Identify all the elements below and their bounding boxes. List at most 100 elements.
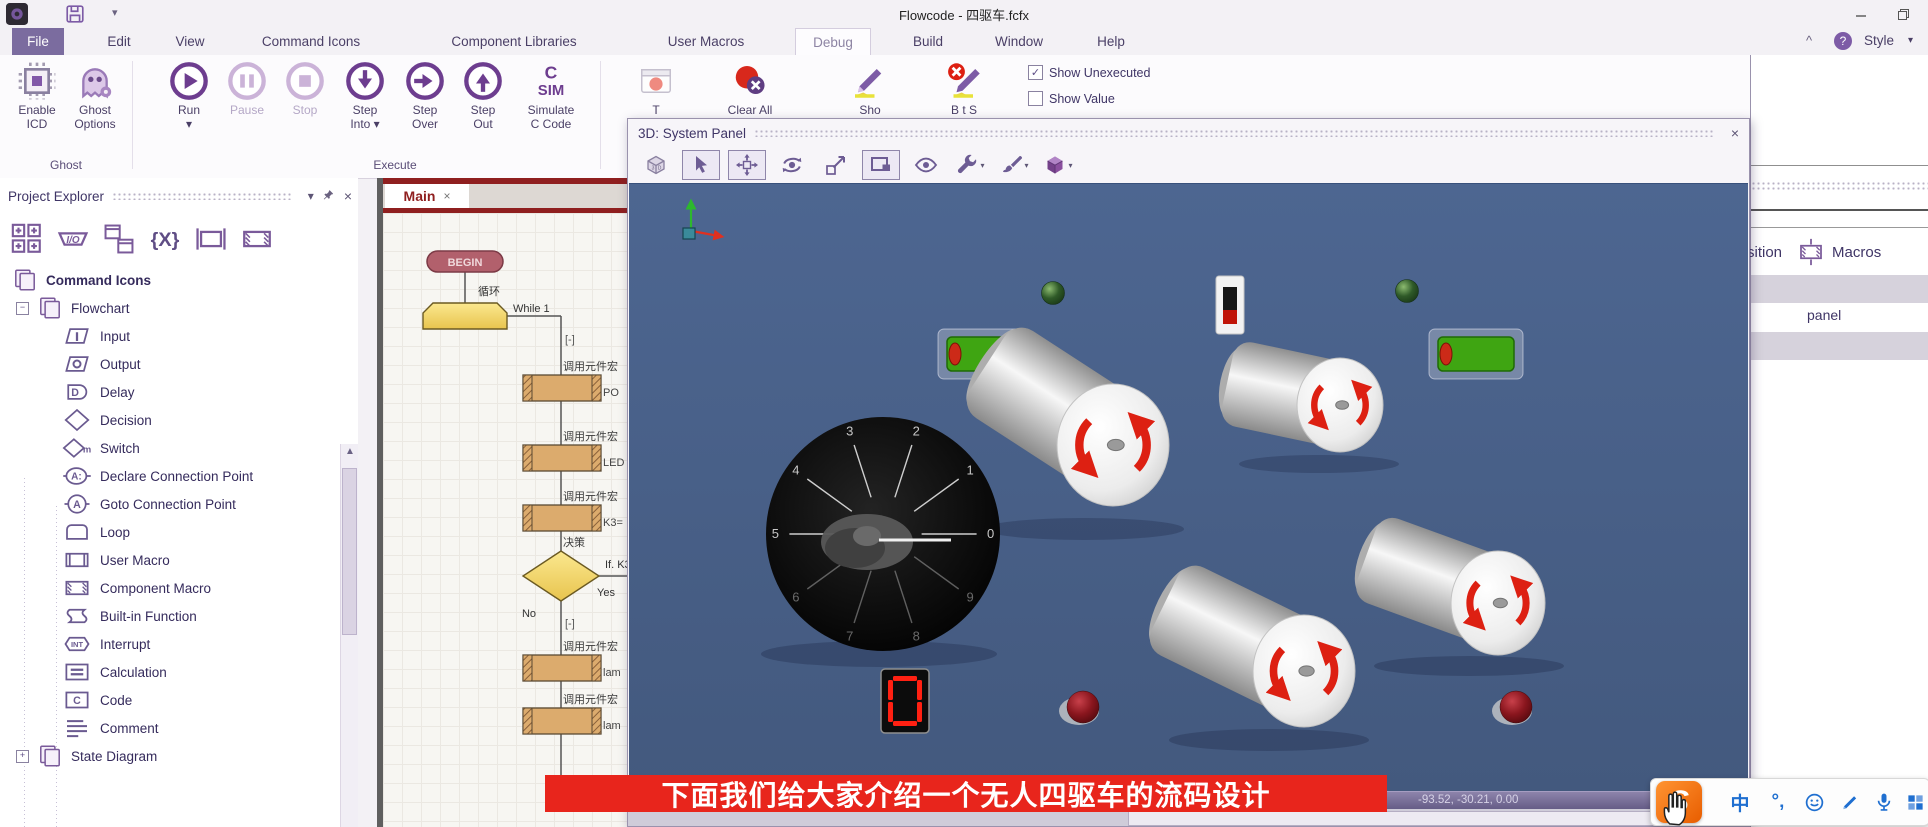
3d-tool-camera-button[interactable]	[862, 150, 900, 180]
3d-panel-titlebar[interactable]: 3D: System Panel ×	[628, 119, 1749, 147]
macro-plain-palette-button[interactable]	[194, 222, 228, 256]
macros-header-label[interactable]: Macros	[1832, 244, 1881, 261]
io-trap-palette-button[interactable]: I/O	[56, 222, 90, 256]
led-red-sphere[interactable]	[1067, 691, 1099, 723]
tree-item-flowchart[interactable]: − Flowchart	[0, 294, 340, 322]
stop-button[interactable]: Stop	[276, 59, 334, 117]
seven-segment-display[interactable]	[881, 669, 929, 733]
menu-item-view[interactable]: View	[165, 28, 215, 55]
step-over-button[interactable]: Step Over	[396, 59, 454, 131]
rotary-switch[interactable]: 0123456789	[766, 417, 1000, 651]
menu-item-file[interactable]: File	[12, 28, 64, 55]
3d-tool-orbit-button[interactable]	[774, 151, 810, 179]
menu-item-component-libraries[interactable]: Component Libraries	[415, 28, 613, 55]
bp-window-button[interactable]: T	[612, 59, 700, 117]
help-icon[interactable]: ?	[1834, 32, 1852, 50]
grid-plus-palette-button[interactable]	[10, 222, 44, 256]
tree-item-state-diagram[interactable]: + State Diagram	[0, 742, 340, 770]
style-menu[interactable]: Style	[1864, 33, 1894, 48]
panel-drag-handle[interactable]	[1751, 181, 1928, 191]
tree-item-user-macro[interactable]: User Macro	[0, 546, 340, 574]
tree-item-input[interactable]: Input	[0, 322, 340, 350]
tree-item-switch[interactable]: mSwitch	[0, 434, 340, 462]
panel-dropdown-icon[interactable]: ▾	[308, 189, 314, 203]
tree-item-calculation[interactable]: Calculation	[0, 658, 340, 686]
windows-pair-palette-button[interactable]	[102, 222, 136, 256]
tree-item-decision[interactable]: Decision	[0, 406, 340, 434]
pen-button[interactable]	[1833, 779, 1867, 825]
menu-item-debug[interactable]: Debug	[795, 28, 871, 56]
ribbon-collapse-icon[interactable]: ^	[1806, 33, 1812, 48]
tree-item-loop[interactable]: Loop	[0, 518, 340, 546]
3d-tool-move-button[interactable]	[728, 150, 766, 180]
toggle-switch[interactable]	[1216, 276, 1244, 334]
restore-button[interactable]	[1886, 4, 1920, 24]
tree-item-delay[interactable]: DDelay	[0, 378, 340, 406]
3d-panel-drag-handle[interactable]	[754, 129, 1713, 137]
3d-tool-resize-button[interactable]	[818, 151, 854, 179]
step-into-button[interactable]: Step Into ▾	[336, 59, 394, 131]
led-bargraph[interactable]	[1429, 329, 1523, 379]
component-macro-block[interactable]	[523, 708, 601, 734]
checkbox-icon[interactable]: ✓	[1028, 65, 1043, 80]
close-icon[interactable]: ×	[344, 188, 352, 204]
checkbox-icon[interactable]	[1028, 91, 1043, 106]
checkbox-show-value[interactable]: Show Value	[1028, 91, 1115, 106]
braces-x-palette-button[interactable]: {X}	[148, 222, 182, 256]
component-macro-block[interactable]	[523, 445, 601, 471]
minimize-button[interactable]	[1844, 4, 1878, 24]
microphone-button[interactable]	[1867, 779, 1901, 825]
tree-item-interrupt[interactable]: INTInterrupt	[0, 630, 340, 658]
3d-tool-brush-button[interactable]: ▾	[996, 151, 1032, 179]
run-button[interactable]: Run ▾	[160, 59, 218, 131]
tree-item-output[interactable]: Output	[0, 350, 340, 378]
tab-close-icon[interactable]: ×	[443, 189, 450, 203]
3d-tool-eye-button[interactable]	[908, 151, 944, 179]
3d-tool-cursor-button[interactable]	[682, 150, 720, 180]
tree-item-code[interactable]: CCode	[0, 686, 340, 714]
menu-item-window[interactable]: Window	[980, 28, 1058, 55]
collapse-marker[interactable]: [-]	[565, 334, 575, 346]
menu-item-edit[interactable]: Edit	[95, 28, 143, 55]
close-icon[interactable]: ×	[1731, 125, 1739, 141]
ime-language-button[interactable]: 中	[1723, 779, 1757, 825]
menu-item-build[interactable]: Build	[900, 28, 956, 55]
tree-item-built-in-function[interactable]: Built-in Function	[0, 602, 340, 630]
pause-button[interactable]: Pause	[218, 59, 276, 117]
simulate-c-code-button[interactable]: CSIM Simulate C Code	[522, 59, 580, 131]
expander-icon[interactable]: +	[16, 750, 29, 763]
ghost-options-button[interactable]: Ghost Options	[66, 59, 124, 131]
macro-hatch-palette-button[interactable]	[240, 222, 274, 256]
menu-item-command-icons[interactable]: Command Icons	[235, 28, 387, 55]
style-dropdown-icon[interactable]: ▾	[1908, 35, 1913, 46]
tree-item-comment[interactable]: Comment	[0, 714, 340, 742]
3d-tool-wrench-button[interactable]: ▾	[952, 151, 988, 179]
checkbox-show-unexecuted[interactable]: ✓Show Unexecuted	[1028, 65, 1150, 80]
tree-item-declare-connection-point[interactable]: A:Declare Connection Point	[0, 462, 340, 490]
while-loop-block[interactable]	[423, 303, 507, 329]
component-macro-block[interactable]	[523, 655, 601, 681]
expander-icon[interactable]: −	[16, 302, 29, 315]
tree-item-command-icons[interactable]: Command Icons	[0, 266, 340, 294]
table-row[interactable]	[1751, 275, 1928, 303]
tree-item-component-macro[interactable]: Component Macro	[0, 574, 340, 602]
table-cell[interactable]: panel	[1807, 307, 1841, 323]
tab-main[interactable]: Main ×	[385, 184, 469, 208]
step-out-button[interactable]: Step Out	[454, 59, 512, 131]
pin-icon[interactable]	[322, 189, 336, 203]
led-green[interactable]	[1042, 282, 1065, 305]
3d-tool-cube3d-button[interactable]: 3D	[638, 151, 674, 179]
pencil-button[interactable]: Sho	[826, 59, 914, 117]
led-red-sphere[interactable]	[1500, 691, 1532, 723]
emoji-button[interactable]	[1797, 779, 1831, 825]
3d-scene[interactable]: 0123456789	[629, 184, 1748, 792]
led-green[interactable]	[1396, 280, 1419, 303]
panel-drag-handle[interactable]	[112, 192, 292, 200]
3d-tool-cubefill-button[interactable]: ▾	[1040, 151, 1076, 179]
menu-item-user-macros[interactable]: User Macros	[640, 28, 772, 55]
component-macro-block[interactable]	[523, 505, 601, 531]
pencil-x-button[interactable]: B t S	[920, 59, 1008, 117]
bp-clear-button[interactable]: Clear All	[706, 59, 794, 117]
scroll-up-icon[interactable]: ▲	[345, 446, 355, 457]
ime-keyboard-grid-button[interactable]	[1901, 779, 1928, 825]
